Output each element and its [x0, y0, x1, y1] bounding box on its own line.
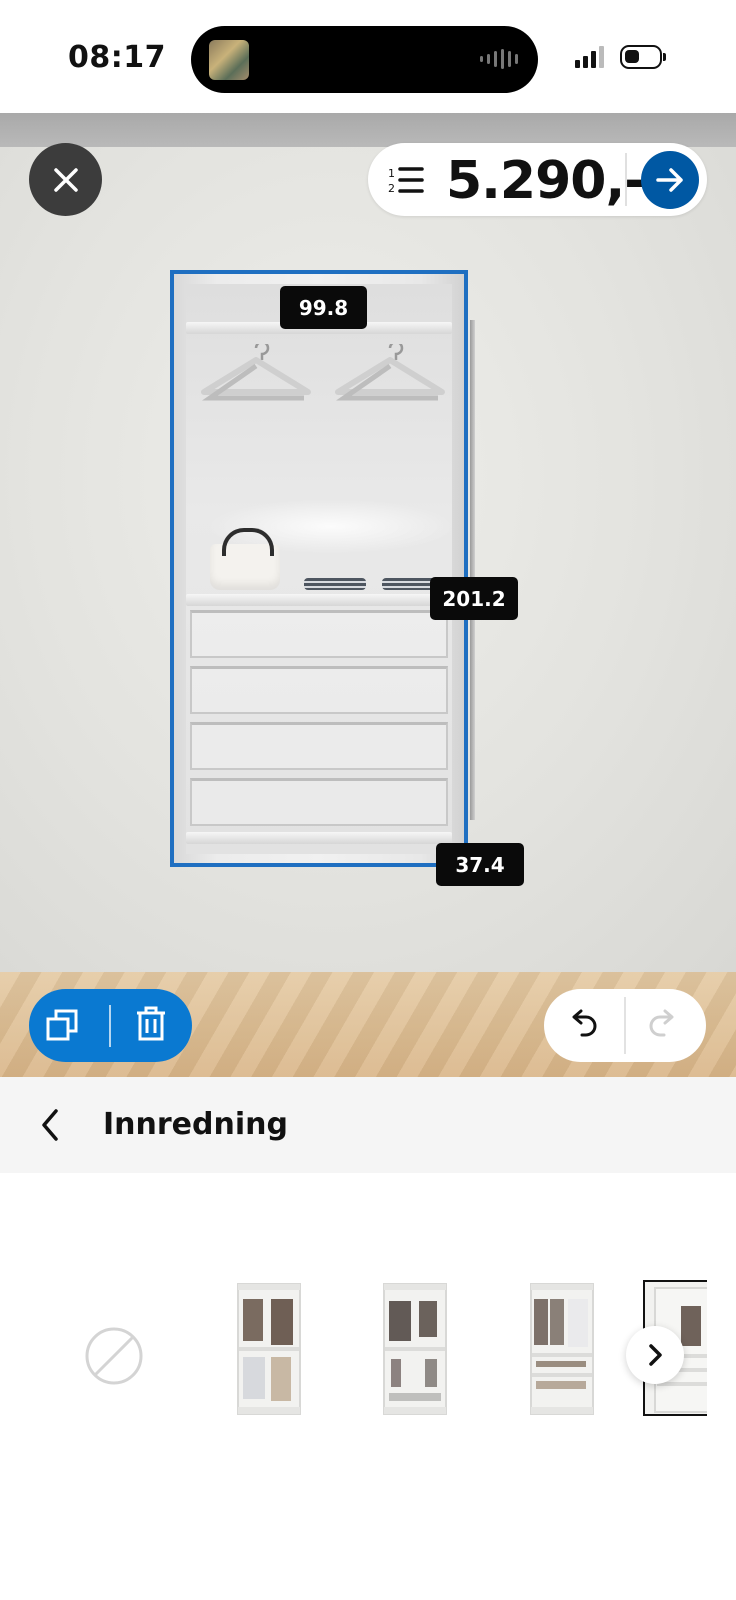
close-icon: [53, 167, 78, 192]
option-thumbnail[interactable]: [237, 1283, 301, 1415]
svg-text:2: 2: [388, 182, 395, 195]
interior-options-carousel[interactable]: [0, 1173, 736, 1600]
category-header: Innredning: [0, 1077, 736, 1173]
folded-clothes: [304, 578, 366, 590]
arrow-right-icon: [656, 168, 683, 192]
wire-basket: [190, 610, 448, 658]
undo-icon: [572, 1009, 597, 1037]
chevron-left-icon: [42, 1109, 58, 1141]
bottom-plinth: [186, 832, 452, 844]
status-time: 08:17: [68, 40, 166, 75]
wardrobe-body: [170, 270, 468, 867]
divider: [109, 1005, 111, 1047]
wardrobe-3d-view[interactable]: 99.8 201.2 37.4: [0, 113, 736, 1077]
scroll-right-button[interactable]: [626, 1326, 684, 1384]
wardrobe-frame-selected[interactable]: [170, 270, 475, 867]
wire-basket: [190, 778, 448, 826]
cellular-signal-icon: [575, 46, 604, 68]
depth-dimension-label[interactable]: 37.4: [436, 843, 524, 886]
close-button[interactable]: [29, 143, 102, 216]
duplicate-icon: [46, 1009, 78, 1041]
history-actions: [544, 989, 706, 1062]
trash-icon: [137, 1006, 165, 1041]
hanger-icon: [335, 344, 445, 401]
option-none[interactable]: [84, 1326, 144, 1386]
wardrobe-interior: [186, 284, 456, 854]
wardrobe-side-post: [470, 320, 475, 820]
redo-icon: [649, 1009, 674, 1037]
wire-basket: [190, 722, 448, 770]
delete-button[interactable]: [133, 1005, 173, 1045]
none-icon: [85, 1327, 143, 1385]
ceiling: [0, 113, 736, 147]
total-price: 5.290,-: [446, 151, 646, 211]
chevron-right-icon: [649, 1344, 662, 1366]
audio-wave-icon: [480, 49, 518, 69]
middle-shelf: [186, 594, 452, 606]
height-dimension-label[interactable]: 201.2: [430, 577, 518, 620]
back-button[interactable]: [36, 1105, 66, 1145]
undo-button[interactable]: [566, 1007, 604, 1045]
duplicate-button[interactable]: [45, 1007, 85, 1045]
svg-text:1: 1: [388, 167, 395, 180]
video-call-thumbnail[interactable]: [209, 40, 249, 80]
hanger-icon: [201, 344, 311, 401]
wire-basket: [190, 666, 448, 714]
edit-actions: [29, 989, 192, 1062]
battery-icon: [620, 45, 666, 69]
redo-button[interactable]: [646, 1007, 684, 1045]
option-thumbnail[interactable]: [383, 1283, 447, 1415]
option-thumbnail[interactable]: [530, 1283, 594, 1415]
category-title: Innredning: [103, 1107, 288, 1142]
divider: [625, 153, 627, 206]
status-bar: 08:17: [0, 0, 736, 113]
price-summary: 1 2 5.290,-: [368, 143, 707, 216]
handbag: [210, 528, 280, 590]
width-dimension-label[interactable]: 99.8: [280, 286, 367, 329]
continue-button[interactable]: [641, 151, 699, 209]
divider: [624, 997, 626, 1054]
numbered-list-icon[interactable]: 1 2: [388, 165, 424, 195]
dynamic-island[interactable]: [191, 26, 538, 93]
